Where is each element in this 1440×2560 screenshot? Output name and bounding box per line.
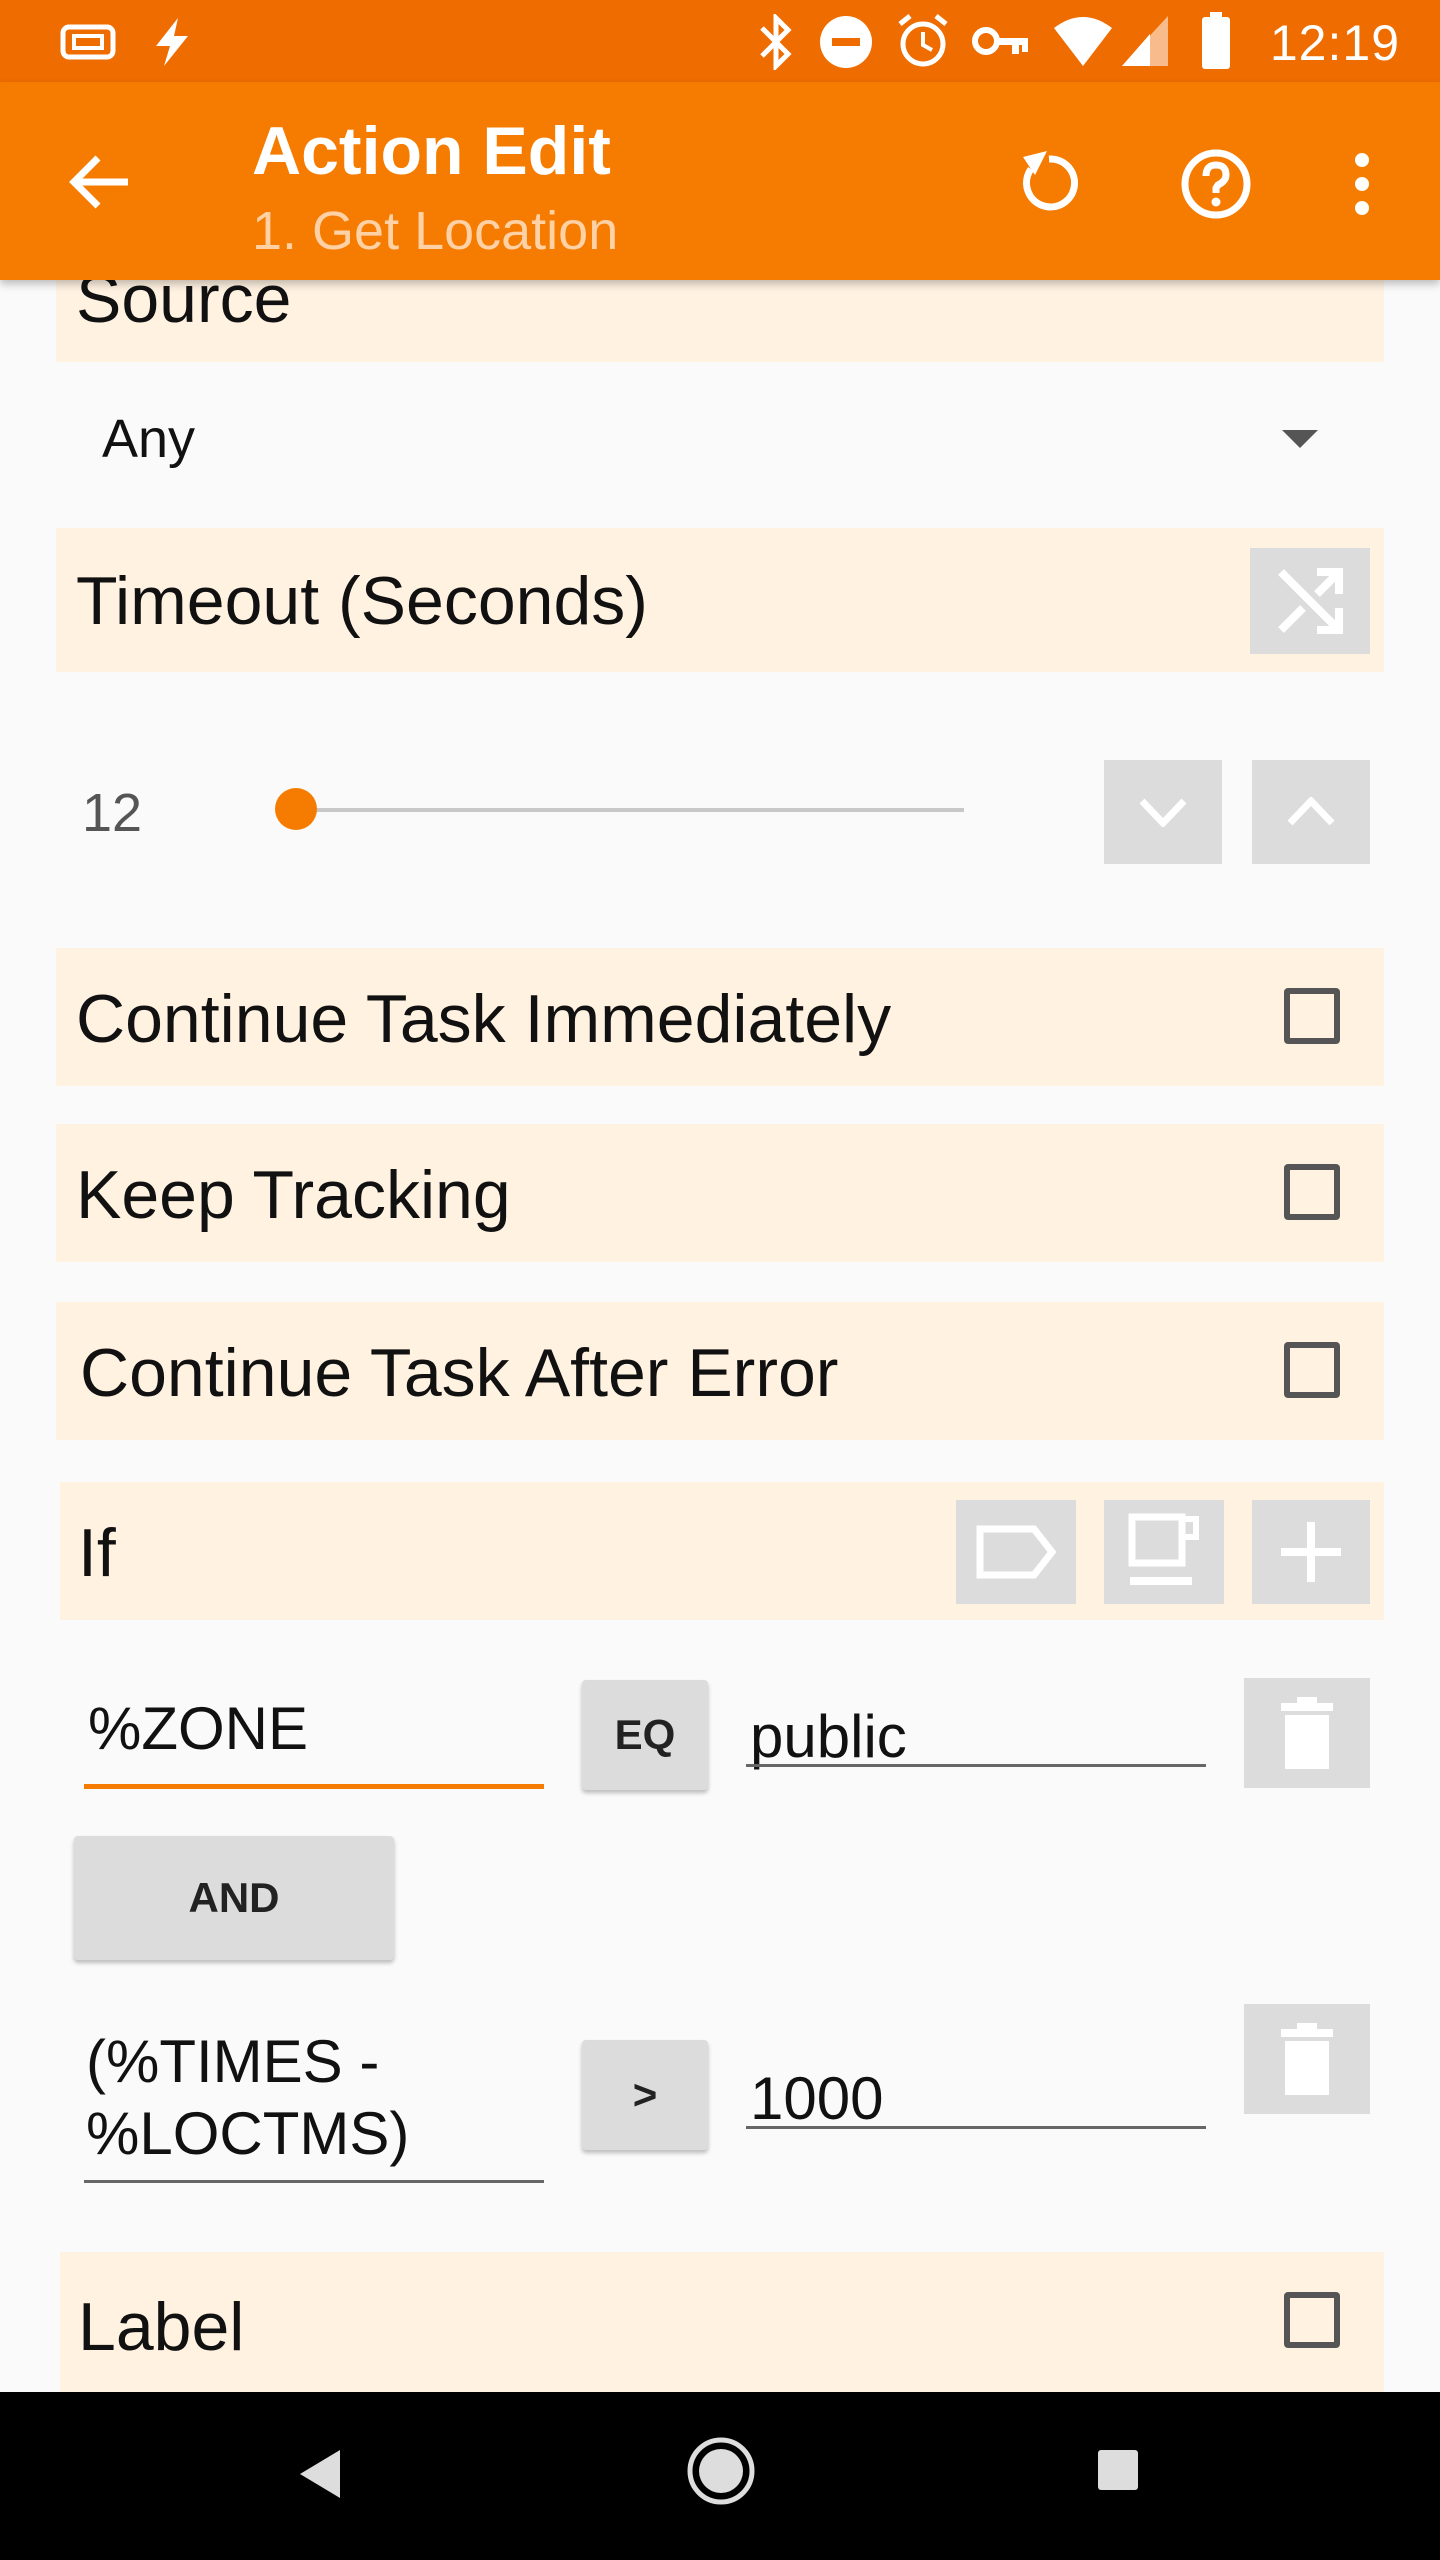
reset-button[interactable] — [996, 130, 1100, 234]
back-button[interactable] — [50, 132, 150, 232]
source-dropdown[interactable]: Any — [56, 380, 1384, 500]
field-underline-focused — [84, 1784, 544, 1789]
home-nav-icon[interactable] — [686, 2436, 756, 2506]
status-time: 12:19 — [1269, 15, 1400, 71]
label-label: Label — [78, 2289, 245, 2365]
status-bar: 12:19 — [0, 0, 1440, 82]
condition-1-left-field[interactable]: %ZONE — [84, 1690, 544, 1790]
flash-icon — [156, 18, 188, 66]
label-checkbox[interactable] — [1284, 2292, 1340, 2348]
label-tag-button[interactable] — [956, 1500, 1076, 1604]
back-nav-icon[interactable] — [298, 2448, 342, 2500]
field-underline — [746, 1764, 1206, 1767]
field-underline — [746, 2126, 1206, 2129]
condition-1-left-text: %ZONE — [88, 1695, 309, 1762]
coffee-button[interactable] — [1104, 1500, 1224, 1604]
condition-2-right-field[interactable]: 1000 — [746, 2052, 1206, 2152]
navigation-bar — [0, 2392, 1440, 2560]
chevron-down-icon — [1139, 798, 1187, 827]
app-bar: Action Edit 1. Get Location — [0, 82, 1440, 280]
coffee-cup-icon — [1128, 1513, 1199, 1585]
help-button[interactable] — [1162, 130, 1270, 238]
variable-toggle-button[interactable] — [1250, 548, 1370, 654]
back-arrow-icon — [69, 155, 128, 209]
battery-icon — [1202, 12, 1230, 69]
timeout-slider[interactable] — [266, 780, 966, 840]
label-row[interactable]: Label — [60, 2252, 1384, 2392]
page-title: Action Edit — [252, 113, 611, 189]
slider-thumb[interactable] — [275, 788, 317, 830]
keep-tracking-row[interactable]: Keep Tracking — [56, 1124, 1384, 1262]
condition-1-right-text: public — [750, 1703, 907, 1770]
condition-1-op-button[interactable]: EQ — [582, 1680, 708, 1790]
chevron-down-icon — [1282, 430, 1318, 448]
keep-tracking-checkbox[interactable] — [1284, 1164, 1340, 1220]
plus-icon — [1281, 1522, 1341, 1582]
condition-2-op-button[interactable]: > — [582, 2040, 708, 2150]
trash-icon — [1281, 1697, 1333, 1769]
wifi-icon — [1054, 17, 1112, 66]
continue-immediately-checkbox[interactable] — [1284, 988, 1340, 1044]
help-icon — [1181, 149, 1251, 219]
if-label: If — [78, 1515, 116, 1591]
label-icon — [976, 1525, 1057, 1579]
condition-1-delete-button[interactable] — [1244, 1678, 1370, 1788]
recents-nav-icon[interactable] — [1096, 2448, 1140, 2492]
trash-icon — [1281, 2023, 1333, 2095]
bluetooth-icon — [760, 14, 792, 70]
condition-2-delete-button[interactable] — [1244, 2004, 1370, 2114]
decrement-button[interactable] — [1104, 760, 1222, 864]
source-selected: Any — [102, 409, 196, 469]
chevron-up-icon — [1287, 797, 1335, 826]
continue-after-error-label: Continue Task After Error — [80, 1335, 839, 1411]
storage-icon — [60, 24, 116, 60]
condition-1-right-field[interactable]: public — [746, 1690, 1206, 1790]
shuffle-icon — [1278, 568, 1343, 634]
reset-icon — [1023, 151, 1078, 211]
continue-immediately-row[interactable]: Continue Task Immediately — [56, 948, 1384, 1086]
add-condition-button[interactable] — [1252, 1500, 1370, 1604]
condition-2-left-field[interactable]: (%TIMES - %LOCTMS) — [84, 2022, 544, 2186]
if-section: If — [60, 1482, 1384, 1620]
timeout-value: 12 — [82, 783, 143, 843]
increment-button[interactable] — [1252, 760, 1370, 864]
do-not-disturb-icon — [820, 16, 872, 68]
slider-track — [284, 808, 964, 812]
vpn-key-icon — [972, 27, 1028, 55]
and-join-button[interactable]: AND — [74, 1836, 394, 1960]
continue-after-error-checkbox[interactable] — [1284, 1342, 1340, 1398]
more-options-button[interactable] — [1330, 130, 1394, 238]
keep-tracking-label: Keep Tracking — [76, 1157, 511, 1233]
condition-2-left-text: (%TIMES - %LOCTMS) — [86, 2028, 410, 2167]
timeout-section: Timeout (Seconds) — [56, 528, 1384, 672]
page-subtitle: 1. Get Location — [252, 201, 619, 261]
continue-after-error-row[interactable]: Continue Task After Error — [56, 1302, 1384, 1440]
condition-2-right-text: 1000 — [750, 2065, 884, 2132]
more-vert-icon — [1355, 153, 1369, 215]
field-underline — [84, 2180, 544, 2183]
timeout-label: Timeout (Seconds) — [76, 563, 648, 639]
alarm-icon — [898, 14, 948, 67]
signal-icon — [1122, 16, 1168, 66]
continue-immediately-label: Continue Task Immediately — [76, 981, 892, 1057]
